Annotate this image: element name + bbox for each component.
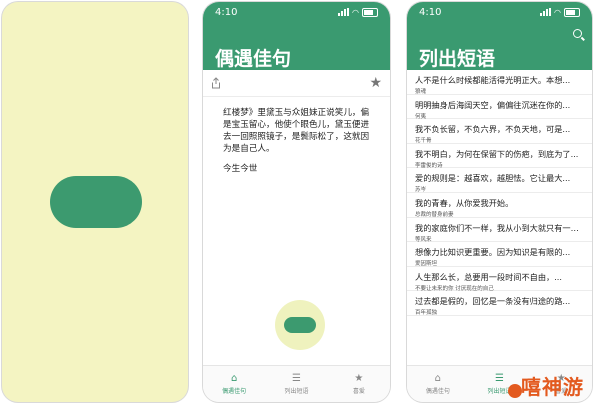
quote-list: 人不是什么时候都能活得光明正大。本想... 狼魂 明明抽身后海阔天空，偏偏往沉迷在你… — [407, 70, 592, 366]
watermark-logo — [508, 384, 522, 398]
list-item[interactable]: 我不负长留，不负六界，不负天地，可是... 花千骨 — [407, 119, 592, 144]
splash-logo — [50, 176, 142, 228]
home-icon: ⌂ — [434, 372, 442, 384]
tab-favorites[interactable]: ★ 喜爱 — [328, 366, 390, 402]
status-time: 4:10 — [215, 6, 238, 18]
status-bar: 4:10 ◠ — [203, 2, 390, 22]
detail-screen: 4:10 ◠ 偶遇佳句 ★ 红楼梦》里黛玉与众姐妹正说笑儿，偏是宝玉留心，他使个… — [203, 2, 390, 402]
list-item[interactable]: 我不明白，为何在保留下的伤疤，到底为了... 李雷俊的诗 — [407, 144, 592, 169]
list-item[interactable]: 明明抽身后海阔天空，偏偏往沉迷在你的... 何夷 — [407, 95, 592, 120]
list-item[interactable]: 人生那么长，总要用一段时间不自由，... 不要让未来的你 讨厌现在的自己 — [407, 267, 592, 292]
splash-screen — [2, 2, 188, 402]
list-item[interactable]: 过去都是假的，回忆是一条没有归途的路... 百年孤独 — [407, 291, 592, 316]
star-icon: ★ — [354, 372, 364, 384]
share-icon[interactable] — [211, 74, 221, 93]
tab-encounter[interactable]: ⌂ 偶遇佳句 — [203, 366, 265, 402]
home-icon: ⌂ — [230, 372, 238, 384]
quote-text: 我不明白，为何在保留下的伤疤，到底为了... — [415, 148, 579, 159]
star-icon[interactable]: ★ — [369, 75, 382, 91]
signal-icon — [540, 8, 552, 16]
refresh-button[interactable] — [284, 317, 316, 333]
quote-text: 我的家庭你们不一样，我从小到大就只有一个... — [415, 222, 586, 233]
battery-icon — [362, 7, 378, 17]
header: 4:10 ◠ 列出短语 — [407, 2, 592, 70]
signal-icon — [338, 8, 350, 16]
quote-text: 想像力比知识更重要。因为知识是有限的... — [415, 247, 571, 258]
tab-encounter[interactable]: ⌂ 偶遇佳句 — [407, 366, 469, 402]
quote-text: 人生那么长，总要用一段时间不自由，... — [415, 271, 562, 282]
quote-text: 爱的规则是：越喜欢，越胆怯。它让最大... — [415, 173, 571, 184]
quote-card: 红楼梦》里黛玉与众姐妹正说笑儿，偏是宝玉留心，他使个眼色儿，黛玉便进去一回照照镜… — [203, 97, 390, 175]
watermark: 嘻神游 — [521, 375, 584, 399]
list-item[interactable]: 我的家庭你们不一样，我从小到大就只有一个... 等风来 — [407, 218, 592, 243]
quote-text: 我的青春，从你爱我开始。 — [415, 197, 514, 208]
quote-text: 人不是什么时候都能活得光明正大。本想... — [415, 75, 571, 85]
list-icon: ☰ — [292, 372, 301, 384]
page-title: 列出短语 — [419, 48, 496, 70]
list-item[interactable]: 想像力比知识更重要。因为知识是有限的... 爱因斯坦 — [407, 242, 592, 267]
search-icon[interactable] — [573, 29, 582, 38]
list-icon: ☰ — [495, 372, 504, 384]
quote-text: 过去都是假的，回忆是一条没有归途的路... — [415, 296, 571, 307]
header: 4:10 ◠ 偶遇佳句 — [203, 2, 390, 70]
list-item[interactable]: 我的青春，从你爱我开始。 总裁的替身前妻 — [407, 193, 592, 218]
tab-list[interactable]: ☰ 列出短语 — [265, 366, 327, 402]
wifi-icon: ◠ — [554, 7, 561, 17]
page-title: 偶遇佳句 — [215, 48, 292, 70]
battery-icon — [564, 7, 580, 17]
tab-bar: ⌂ 偶遇佳句 ☰ 列出短语 ★ 喜爱 — [203, 365, 390, 402]
toolbar: ★ — [203, 70, 390, 97]
quote-text: 明明抽身后海阔天空，偏偏往沉迷在你的... — [415, 99, 571, 110]
wifi-icon: ◠ — [352, 7, 359, 17]
status-bar: 4:10 ◠ — [407, 2, 592, 22]
quote-source: 今生今世 — [223, 164, 258, 174]
quote-text: 红楼梦》里黛玉与众姐妹正说笑儿，偏是宝玉留心，他使个眼色儿，黛玉便进去一回照照镜… — [223, 108, 370, 154]
list-item[interactable]: 爱的规则是：越喜欢，越胆怯。它让最大... 苏岑 — [407, 168, 592, 193]
list-screen: 4:10 ◠ 列出短语 人不是什么时候都能活得光明正大。本想... 狼魂 明明抽身后… — [407, 2, 592, 402]
list-item[interactable]: 人不是什么时候都能活得光明正大。本想... 狼魂 — [407, 70, 592, 95]
quote-text: 我不负长留，不负六界，不负天地，可是... — [415, 124, 571, 135]
quote-author: 百年孤独 — [415, 310, 438, 317]
status-time: 4:10 — [419, 6, 442, 18]
